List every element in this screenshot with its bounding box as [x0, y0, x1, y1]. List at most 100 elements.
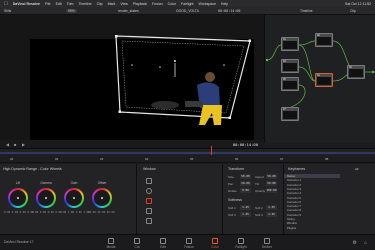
window-handle[interactable]	[228, 116, 232, 120]
transport-play-icon[interactable]: ▶	[22, 142, 25, 147]
node-07[interactable]: 07	[281, 107, 299, 121]
size-field[interactable]: 50.00	[240, 174, 251, 179]
soft4-field[interactable]: 1.25	[266, 212, 277, 217]
menu-color[interactable]: Color	[168, 2, 176, 6]
offset-wheel[interactable]	[92, 188, 112, 208]
window-handle[interactable]	[248, 39, 252, 43]
clip-thumb[interactable]: 06	[235, 157, 238, 161]
media-icon	[108, 238, 114, 244]
panel-divider	[222, 164, 223, 234]
zoom-select[interactable]: 99%	[66, 9, 77, 13]
menu-mark[interactable]: Mark	[108, 2, 116, 6]
clip-thumb[interactable]: 01	[10, 157, 13, 161]
clip-thumb[interactable]: 08	[325, 157, 328, 161]
menu-playback[interactable]: Playback	[133, 2, 147, 6]
node-mode-select[interactable]: Timeline	[300, 9, 313, 13]
page-tab-deliver[interactable]: Deliver	[256, 238, 278, 249]
menu-fusion[interactable]: Fusion	[152, 2, 163, 6]
subject-legs	[199, 105, 222, 125]
soft2-field[interactable]: 1.25	[266, 205, 277, 210]
page-tab-fusion[interactable]: Fusion	[178, 238, 200, 249]
soft3-field[interactable]: 1.25	[240, 212, 251, 217]
window-overlay[interactable]	[0, 15, 264, 143]
menu-trim[interactable]: Trim	[67, 2, 74, 6]
rotate-field[interactable]: 0.00	[240, 188, 251, 193]
stills-label[interactable]: Stills	[4, 9, 11, 13]
curve-window-icon[interactable]	[146, 208, 152, 214]
linear-window-icon[interactable]	[146, 178, 152, 184]
gamma-wheel[interactable]	[36, 188, 56, 208]
apple-icon[interactable]: 	[4, 1, 8, 7]
transport-bar: ◀ ■ ▶ 00:00:14:00	[0, 140, 264, 148]
menu-app-name[interactable]: DaVinci Resolve	[13, 2, 40, 6]
page-tab-edit[interactable]: Edit	[152, 238, 174, 249]
gain-wheel[interactable]	[64, 188, 84, 208]
window-handle[interactable]	[118, 110, 122, 114]
node-03[interactable]: 03	[281, 59, 299, 73]
node-02[interactable]: 02	[315, 33, 333, 47]
clip-thumb[interactable]: 02	[55, 157, 58, 161]
timeline-name[interactable]: GOOD_VOLTA	[176, 9, 199, 13]
menu-bar:  DaVinci Resolve File Edit Trim Timelin…	[0, 0, 375, 7]
gear-icon[interactable]: ⚙	[353, 240, 357, 246]
page-tab-fairlight[interactable]: Fairlight	[230, 238, 252, 249]
clip-thumb[interactable]: 03	[100, 157, 103, 161]
lift-values[interactable]: 0.00 0.00 0.00 0.00	[4, 211, 34, 214]
clip-thumb[interactable]: 07	[280, 157, 283, 161]
field-label-rotate: Rotate	[228, 189, 237, 193]
menu-timeline[interactable]: Timeline	[78, 2, 91, 6]
node-04[interactable]: 04	[315, 73, 333, 87]
window-rotate-handle[interactable]	[174, 60, 176, 62]
wheel-label-gain: Gain	[70, 181, 78, 185]
soft1-field[interactable]: 1.25	[240, 205, 251, 210]
circle-window-icon[interactable]	[146, 188, 152, 194]
wheel-label-offset: Offset	[97, 181, 107, 185]
offset-values[interactable]: 25.00 25.00 25.00	[88, 211, 115, 214]
transport-stop-icon[interactable]: ■	[14, 142, 16, 147]
menu-help[interactable]: Help	[221, 2, 228, 6]
clip-mode-select[interactable]: Clip	[350, 9, 356, 13]
gradient-window-icon[interactable]	[146, 218, 152, 224]
home-icon[interactable]: ⌂	[364, 240, 367, 246]
node-editor[interactable]: 01 02 03 04 05 06 07	[264, 15, 375, 143]
menu-file[interactable]: File	[45, 2, 51, 6]
node-06[interactable]: 06	[347, 65, 365, 79]
menu-edit[interactable]: Edit	[56, 2, 62, 6]
menu-fairlight[interactable]: Fairlight	[181, 2, 193, 6]
opacity-field[interactable]: 100.00	[266, 188, 277, 193]
panel-divider	[136, 164, 137, 234]
pan-field[interactable]: 50.00	[240, 181, 251, 186]
gain-values[interactable]: 1.00 1.00 1.00 1.00	[60, 211, 90, 214]
viewer[interactable]	[0, 15, 264, 143]
aspect-field[interactable]: 50.00	[266, 174, 277, 179]
menu-workspace[interactable]: Workspace	[198, 2, 215, 6]
transport-prev-icon[interactable]: ◀	[6, 142, 9, 147]
clip-thumb[interactable]: 05	[190, 157, 193, 161]
field-label-aspect: Aspect	[255, 175, 265, 179]
field-label-size: Size	[228, 175, 234, 179]
keyframes-mode-select[interactable]: All	[355, 167, 358, 171]
menu-view[interactable]: View	[120, 2, 128, 6]
window-handle[interactable]	[115, 35, 118, 38]
gamma-values[interactable]: 0.00 0.00 0.00 0.00	[32, 211, 62, 214]
list-item[interactable]: Plugins	[284, 226, 340, 230]
wheel-label-lift: Lift	[15, 181, 21, 185]
toolbar-timecode: 00:00:14:00	[218, 9, 241, 13]
clip-thumb[interactable]: 04	[145, 157, 148, 161]
tilt-field[interactable]: 50.00	[266, 181, 277, 186]
polygon-window-icon[interactable]	[146, 198, 152, 204]
node-01[interactable]: 01	[281, 37, 299, 51]
keyframes-title: Keyframes	[288, 167, 306, 171]
page-tab-color[interactable]: Color	[204, 238, 226, 249]
page-tab-cut[interactable]: Cut	[126, 238, 148, 249]
lift-wheel[interactable]	[8, 188, 28, 208]
color-wheels-title: High Dynamic Range - Color Wheels	[3, 167, 62, 171]
field-label-tilt: Tilt	[255, 182, 259, 186]
node-05[interactable]: 05	[281, 77, 299, 91]
page-tab-media[interactable]: Media	[100, 238, 122, 249]
window-shape[interactable]	[115, 35, 251, 119]
shadow-prop	[151, 101, 179, 109]
softness-title: Softness	[228, 198, 242, 202]
menu-clip[interactable]: Clip	[97, 2, 103, 6]
fairlight-icon	[238, 238, 244, 244]
